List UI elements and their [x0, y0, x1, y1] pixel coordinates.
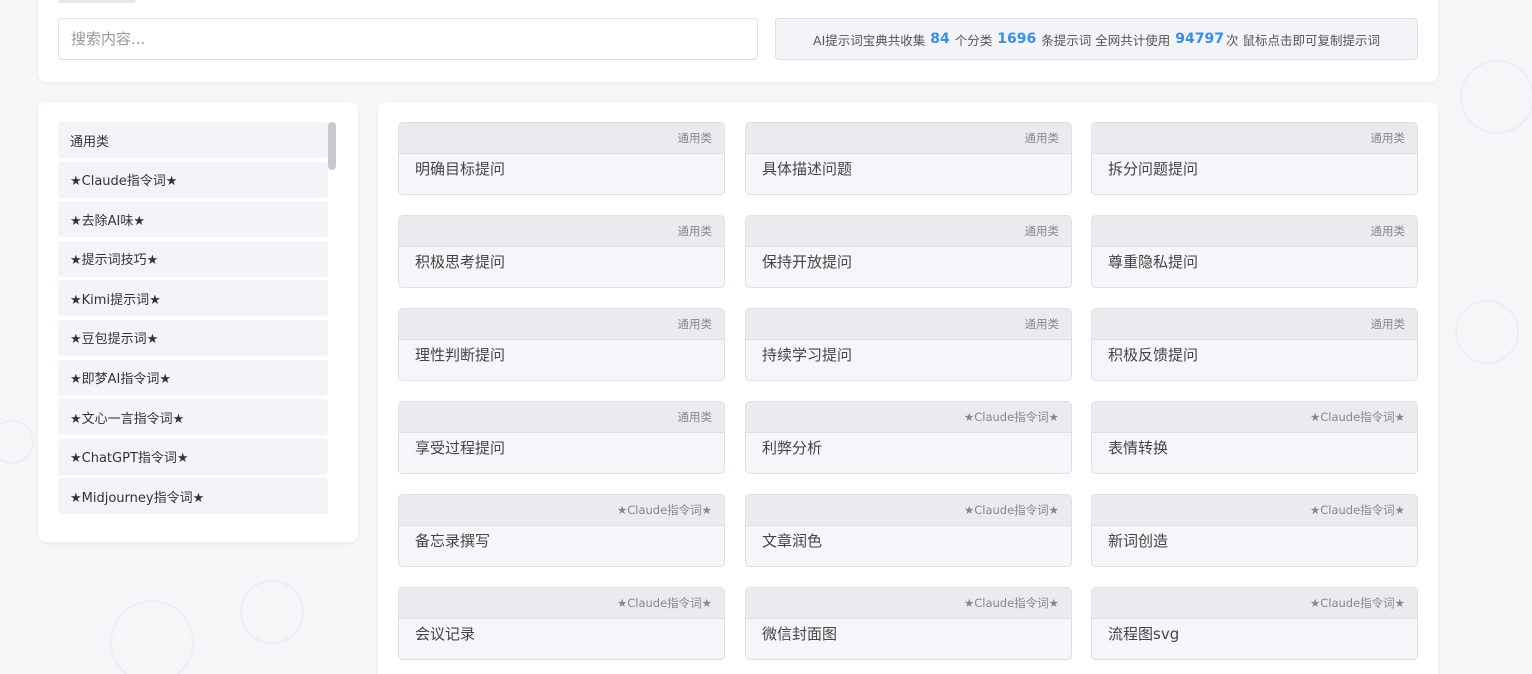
background-doodle [1455, 300, 1519, 364]
card-category-tag: ★Claude指令词★ [746, 402, 1071, 433]
background-doodle [110, 600, 194, 674]
prompts-unit: 条提示词 全网共计使用 [1041, 32, 1171, 48]
card-category-tag: 通用类 [746, 216, 1071, 247]
card-title: 明确目标提问 [415, 160, 506, 178]
prompt-card[interactable]: ★Claude指令词★ 表情转换 [1091, 401, 1418, 474]
card-title: 拆分问题提问 [1108, 160, 1199, 178]
card-category-tag: 通用类 [399, 402, 724, 433]
card-title: 微信封面图 [762, 625, 838, 643]
sidebar-item[interactable]: ★豆包提示词★ [58, 319, 328, 356]
card-title: 享受过程提问 [415, 439, 506, 457]
card-category-tag: 通用类 [1092, 216, 1417, 247]
sidebar-item[interactable]: ★即梦AI指令词★ [58, 359, 328, 396]
background-doodle [0, 420, 34, 464]
card-title: 备忘录撰写 [415, 532, 491, 550]
card-title: 尊重隐私提问 [1108, 253, 1199, 271]
background-doodle [240, 580, 304, 644]
card-title: 积极反馈提问 [1108, 346, 1199, 364]
card-title: 理性判断提问 [415, 346, 506, 364]
prompt-card[interactable]: 通用类具体描述问题 [745, 122, 1072, 195]
prompts-count: 1696 [997, 31, 1037, 47]
card-category-tag: ★Claude指令词★ [746, 495, 1071, 526]
sidebar-item[interactable]: ★Kimi提示词★ [58, 280, 328, 317]
card-title: 流程图svg [1108, 625, 1180, 643]
card-category-tag: 通用类 [1092, 309, 1417, 340]
prompt-card[interactable]: 通用类尊重隐私提问 [1091, 215, 1418, 288]
card-category-tag: ★Claude指令词★ [1092, 588, 1417, 619]
prompt-card[interactable]: 通用类享受过程提问 [398, 401, 725, 474]
category-list[interactable]: 通用类 ★Claude指令词★ ★去除AI味★ ★提示词技巧★ ★Kimi提示词★ ★豆包… [58, 122, 330, 520]
card-title: 文章润色 [762, 532, 823, 550]
card-title: 具体描述问题 [762, 160, 853, 178]
card-category-tag: ★Claude指令词★ [746, 588, 1071, 619]
prompt-card[interactable]: 通用类保持开放提问 [745, 215, 1072, 288]
card-category-tag: 通用类 [746, 123, 1071, 154]
background-doodle [1460, 60, 1532, 134]
prompt-card[interactable]: 通用类持续学习提问 [745, 308, 1072, 381]
sidebar-item[interactable]: ★Claude指令词★ [58, 161, 328, 198]
card-category-tag: 通用类 [1092, 123, 1417, 154]
stats-prefix: AI提示词宝典共收集 [813, 32, 926, 48]
prompt-card[interactable]: 通用类明确目标提问 [398, 122, 725, 195]
prompt-card[interactable]: 通用类积极思考提问 [398, 215, 725, 288]
card-category-tag: 通用类 [399, 309, 724, 340]
prompt-grid: 通用类 明确目标提问 通用类 具体描述问题 通用类 拆分问题提问 通用类 积极思考提问 通用类保… [378, 102, 1438, 674]
categories-count: 84 [930, 31, 950, 47]
category-sidebar: 通用类 ★Claude指令词★ ★去除AI味★ ★提示词技巧★ ★Kimi提示词★ ★豆包… [38, 102, 358, 542]
sidebar-item[interactable]: ★去除AI味★ [58, 201, 328, 238]
stats-banner: AI提示词宝典共收集 84 个分类 1696 条提示词 全网共计使用 94797… [775, 18, 1418, 60]
usage-count: 94797 [1175, 31, 1224, 47]
sidebar-item[interactable]: ★ChatGPT指令词★ [58, 438, 328, 475]
card-category-tag: ★Claude指令词★ [399, 588, 724, 619]
prompt-card[interactable]: ★Claude指令词★ 流程图svg [1091, 587, 1418, 660]
card-category-tag: 通用类 [399, 216, 724, 247]
search-input[interactable] [58, 18, 758, 60]
prompt-card[interactable]: ★Claude指令词★ 微信封面图 [745, 587, 1072, 660]
prompt-card[interactable]: ★Claude指令词★ 新词创造 [1091, 494, 1418, 567]
categories-unit: 个分类 [954, 32, 993, 48]
card-title: 积极思考提问 [415, 253, 506, 271]
sidebar-item[interactable]: ★文心一言指令词★ [58, 399, 328, 436]
sidebar-scrollbar[interactable] [328, 122, 336, 520]
card-category-tag: 通用类 [399, 123, 724, 154]
sidebar-item[interactable]: 通用类 [58, 122, 328, 158]
card-title: 保持开放提问 [762, 253, 853, 271]
top-tab-stub [58, 0, 136, 3]
prompt-card[interactable]: ★Claude指令词★ 备忘录撰写 [398, 494, 725, 567]
prompt-card[interactable]: 通用类积极反馈提问 [1091, 308, 1418, 381]
sidebar-scrollbar-thumb[interactable] [328, 122, 336, 170]
card-category-tag: ★Claude指令词★ [1092, 402, 1417, 433]
card-title: 持续学习提问 [762, 346, 853, 364]
card-category-tag: ★Claude指令词★ [399, 495, 724, 526]
card-title: 新词创造 [1108, 532, 1169, 550]
prompt-card[interactable]: ★Claude指令词★ 文章润色 [745, 494, 1072, 567]
prompt-card[interactable]: 通用类拆分问题提问 [1091, 122, 1418, 195]
sidebar-item[interactable]: ★Midjourney指令词★ [58, 478, 328, 515]
card-title: 表情转换 [1108, 439, 1169, 457]
search-panel: AI提示词宝典共收集 84 个分类 1696 条提示词 全网共计使用 94797… [38, 0, 1438, 82]
sidebar-item[interactable]: ★提示词技巧★ [58, 240, 328, 277]
usage-suffix: 次 鼠标点击即可复制提示词 [1225, 32, 1380, 48]
prompt-card[interactable]: ★Claude指令词★ 会议记录 [398, 587, 725, 660]
page: AI提示词宝典共收集 84 个分类 1696 条提示词 全网共计使用 94797… [0, 0, 1532, 674]
card-title: 会议记录 [415, 625, 476, 643]
card-title: 利弊分析 [762, 439, 823, 457]
card-category-tag: ★Claude指令词★ [1092, 495, 1417, 526]
prompt-card[interactable]: 通用类理性判断提问 [398, 308, 725, 381]
prompt-card[interactable]: ★Claude指令词★ 利弊分析 [745, 401, 1072, 474]
card-category-tag: 通用类 [746, 309, 1071, 340]
